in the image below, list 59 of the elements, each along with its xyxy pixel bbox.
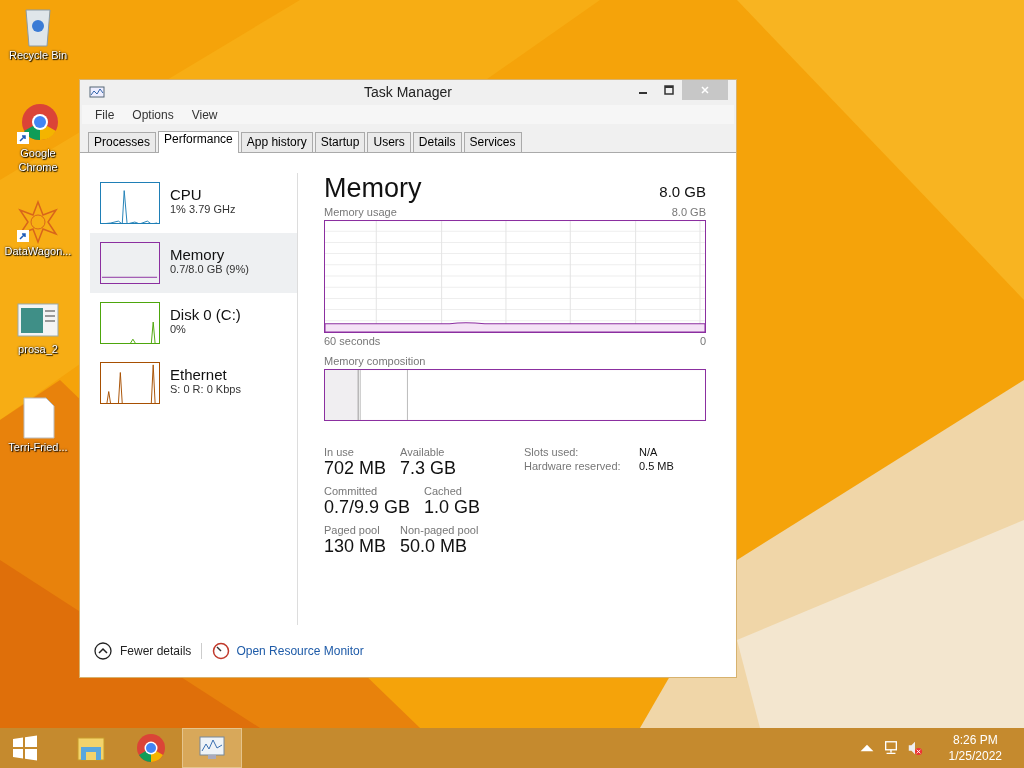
gauge-icon	[212, 642, 231, 660]
resource-name: Ethernet	[170, 365, 228, 383]
panel-title: Memory	[324, 173, 422, 204]
monitor-graph-taskbar-icon[interactable]	[182, 728, 242, 768]
tab[interactable]: Services	[463, 132, 522, 152]
resource-item[interactable]: CPU 1% 3.79 GHz	[90, 173, 297, 233]
stat-label: In use	[324, 446, 355, 458]
stat-label: Hardware reserved:	[524, 460, 622, 472]
resource-item[interactable]: Memory 0.7/8.0 GB (9%)	[90, 233, 297, 293]
stat-value: N/A	[639, 446, 658, 458]
axis-label: 60 seconds	[324, 335, 381, 347]
stat-value: 7.3 GB	[400, 458, 457, 479]
network-icon[interactable]	[882, 740, 899, 756]
stat-label: Committed	[324, 485, 379, 497]
monitor-graph-icon	[89, 85, 105, 100]
menu-item[interactable]: File	[86, 108, 124, 122]
resource-name: Memory	[170, 245, 226, 263]
muted-speaker-icon[interactable]	[906, 740, 923, 756]
minimize-icon	[639, 92, 647, 94]
resource-name: Disk 0 (C:)	[170, 305, 241, 323]
resource-detail: 0%	[170, 322, 187, 335]
resource-monitor-link[interactable]: Open Resource Monitor	[236, 644, 364, 658]
stat-label: Cached	[424, 485, 463, 497]
window-title: Task Manager	[364, 84, 452, 100]
tab[interactable]: App history	[240, 132, 313, 152]
resource-detail: 1% 3.79 GHz	[170, 202, 236, 215]
stat-value: 50.0 MB	[400, 536, 469, 557]
maximize-icon	[664, 85, 674, 95]
axis-label: 0	[699, 335, 706, 347]
chart-max-label: 8.0 GB	[671, 206, 706, 218]
start-button[interactable]	[12, 735, 38, 761]
menu-item[interactable]: Options	[123, 108, 183, 122]
tab[interactable]: Performance	[158, 131, 239, 153]
stat-value: 0.7/9.9 GB	[324, 497, 411, 518]
chart-label: Memory composition	[324, 355, 426, 367]
fewer-details-button[interactable]: Fewer details	[94, 642, 192, 660]
tab[interactable]: Details	[412, 132, 462, 152]
collapse-chevron-icon	[94, 642, 112, 660]
total-memory: 8.0 GB	[659, 183, 706, 200]
resource-detail: S: 0 R: 0 Kbps	[170, 382, 241, 395]
stat-label: Available	[400, 446, 446, 458]
resource-name: CPU	[170, 185, 203, 203]
tab[interactable]: Users	[367, 132, 411, 152]
stat-label: Paged pool	[324, 524, 381, 536]
resource-detail: 0.7/8.0 GB (9%)	[170, 262, 249, 275]
star-pattern-icon[interactable]	[16, 200, 60, 244]
resource-item[interactable]: Ethernet S: 0 R: 0 Kbps	[90, 353, 297, 413]
tab[interactable]: Startup	[314, 132, 366, 152]
stat-label: Non-paged pool	[400, 524, 479, 536]
stat-value: 130 MB	[324, 536, 387, 557]
stat-label: Slots used:	[524, 446, 580, 458]
menu-item[interactable]: View	[182, 108, 227, 122]
tab[interactable]: Processes	[88, 132, 157, 152]
resource-item[interactable]: Disk 0 (C:) 0%	[90, 293, 297, 353]
stat-value: 0.5 MB	[639, 460, 674, 472]
stat-value: 702 MB	[324, 458, 387, 479]
close-icon	[700, 85, 710, 95]
chart-label: Memory usage	[324, 206, 397, 218]
stat-value: 1.0 GB	[424, 497, 481, 518]
